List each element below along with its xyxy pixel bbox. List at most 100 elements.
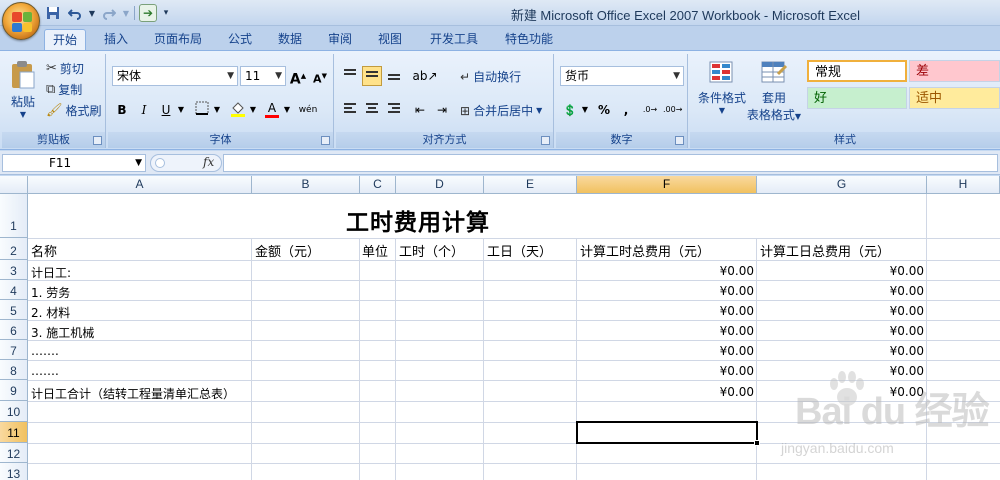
dialog-launcher-icon[interactable] bbox=[93, 136, 102, 145]
row-header-13[interactable]: 13 bbox=[0, 463, 28, 480]
tab-home[interactable]: 开始 bbox=[44, 29, 87, 50]
table-cell[interactable]: ¥0.00 bbox=[577, 264, 757, 278]
table-cell[interactable]: ¥0.00 bbox=[577, 344, 757, 358]
decrease-decimal-button[interactable]: .00→ bbox=[662, 100, 682, 120]
align-left-button[interactable] bbox=[340, 100, 360, 120]
formula-input[interactable] bbox=[223, 154, 998, 172]
style-good[interactable]: 好 bbox=[807, 87, 907, 109]
increase-indent-button[interactable]: ⇥ bbox=[432, 100, 452, 120]
save-icon[interactable] bbox=[44, 4, 62, 22]
table-cell[interactable]: ¥0.00 bbox=[757, 324, 927, 338]
chevron-down-icon[interactable]: ▼ bbox=[212, 100, 222, 120]
align-right-button[interactable] bbox=[384, 100, 404, 120]
row-header-11[interactable]: 11 bbox=[0, 422, 28, 443]
tab-review[interactable]: 审阅 bbox=[320, 29, 360, 50]
chevron-down-icon[interactable]: ▼ bbox=[673, 68, 680, 84]
row-header-3[interactable]: 3 bbox=[0, 260, 28, 280]
expand-handle-icon[interactable] bbox=[155, 158, 165, 168]
table-cell[interactable]: ¥0.00 bbox=[577, 364, 757, 378]
row-header-8[interactable]: 8 bbox=[0, 360, 28, 380]
header-unit[interactable]: 单位 bbox=[362, 241, 396, 260]
column-header-c[interactable]: C bbox=[360, 176, 396, 194]
table-cell[interactable]: ……. bbox=[31, 344, 251, 358]
row-header-4[interactable]: 4 bbox=[0, 280, 28, 300]
tab-formulas[interactable]: 公式 bbox=[220, 29, 260, 50]
style-bad[interactable]: 差 bbox=[909, 60, 1000, 82]
column-header-d[interactable]: D bbox=[396, 176, 484, 194]
chevron-down-icon[interactable]: ▼ bbox=[176, 100, 186, 120]
merged-title-cell[interactable]: 工时费用计算 bbox=[28, 194, 1000, 238]
table-cell[interactable]: ¥0.00 bbox=[577, 385, 757, 399]
comma-button[interactable]: , bbox=[616, 100, 636, 120]
column-header-f[interactable]: F bbox=[577, 176, 757, 194]
table-cell[interactable]: 3. 施工机械 bbox=[31, 324, 251, 341]
style-normal[interactable]: 常规 bbox=[807, 60, 907, 82]
align-center-button[interactable] bbox=[362, 100, 382, 120]
table-cell[interactable]: 2. 材料 bbox=[31, 304, 251, 321]
row-header-6[interactable]: 6 bbox=[0, 320, 28, 340]
header-day-cost[interactable]: 计算工日总费用（元） bbox=[760, 241, 926, 260]
chevron-down-icon[interactable]: ▼ bbox=[227, 68, 234, 84]
number-format-combo[interactable]: 货币 ▼ bbox=[560, 66, 684, 86]
row-header-1[interactable]: 1 bbox=[0, 194, 28, 238]
tab-insert[interactable]: 插入 bbox=[96, 29, 136, 50]
fill-color-button[interactable] bbox=[228, 100, 248, 120]
table-cell[interactable]: ¥0.00 bbox=[757, 284, 927, 298]
name-box[interactable]: F11 ▼ bbox=[2, 154, 146, 172]
font-color-button[interactable]: A bbox=[262, 100, 282, 120]
row-header-2[interactable]: 2 bbox=[0, 238, 28, 260]
align-middle-button[interactable] bbox=[362, 66, 382, 86]
conditional-formatting-button[interactable]: 条件格式 ▼ bbox=[694, 60, 750, 115]
align-top-button[interactable] bbox=[340, 66, 360, 86]
decrease-indent-button[interactable]: ⇤ bbox=[410, 100, 430, 120]
table-cell[interactable]: 计日工: bbox=[31, 264, 251, 281]
tab-data[interactable]: 数据 bbox=[270, 29, 310, 50]
grow-font-button[interactable]: A▲ bbox=[288, 66, 308, 88]
merge-center-button[interactable]: ⊞ 合并后居中 ▼ bbox=[460, 102, 542, 119]
fill-handle[interactable] bbox=[754, 440, 760, 446]
dialog-launcher-icon[interactable] bbox=[675, 136, 684, 145]
chevron-down-icon[interactable]: ▼ bbox=[580, 100, 590, 120]
column-header-g[interactable]: G bbox=[757, 176, 927, 194]
chevron-down-icon[interactable]: ▼ bbox=[122, 4, 130, 22]
tab-page-layout[interactable]: 页面布局 bbox=[146, 29, 210, 50]
cut-button[interactable]: ✂ 剪切 bbox=[46, 60, 84, 77]
undo-icon[interactable] bbox=[66, 4, 84, 22]
borders-button[interactable] bbox=[192, 100, 212, 120]
chevron-down-icon[interactable]: ▼ bbox=[248, 100, 258, 120]
customize-qat-icon[interactable]: ▾ bbox=[161, 4, 171, 22]
table-cell[interactable]: 1. 劳务 bbox=[31, 284, 251, 301]
table-cell[interactable]: ¥0.00 bbox=[577, 304, 757, 318]
accounting-format-button[interactable]: 💲 bbox=[560, 100, 580, 120]
chevron-down-icon[interactable]: ▼ bbox=[135, 155, 142, 171]
table-cell[interactable]: ……. bbox=[31, 364, 251, 378]
phonetic-button[interactable]: wén bbox=[296, 100, 320, 120]
row-header-7[interactable]: 7 bbox=[0, 340, 28, 360]
paste-button[interactable]: 粘贴 ▼ bbox=[6, 60, 40, 119]
row-header-5[interactable]: 5 bbox=[0, 300, 28, 320]
redo-icon[interactable] bbox=[100, 4, 118, 22]
row-header-10[interactable]: 10 bbox=[0, 401, 28, 422]
row-header-12[interactable]: 12 bbox=[0, 443, 28, 463]
table-cell[interactable]: 计日工合计（结转工程量清单汇总表） bbox=[31, 385, 256, 402]
table-cell[interactable]: ¥0.00 bbox=[757, 264, 927, 278]
table-cell[interactable]: ¥0.00 bbox=[757, 385, 927, 399]
wrap-text-button[interactable]: ↵ 自动换行 bbox=[460, 68, 521, 85]
column-header-a[interactable]: A bbox=[28, 176, 252, 194]
tab-developer[interactable]: 开发工具 bbox=[422, 29, 486, 50]
table-cell[interactable]: ¥0.00 bbox=[757, 344, 927, 358]
table-cell[interactable]: ¥0.00 bbox=[757, 364, 927, 378]
tab-special[interactable]: 特色功能 bbox=[497, 29, 561, 50]
font-name-combo[interactable]: 宋体 ▼ bbox=[112, 66, 238, 86]
dialog-launcher-icon[interactable] bbox=[541, 136, 550, 145]
chevron-down-icon[interactable]: ▼ bbox=[282, 100, 292, 120]
chevron-down-icon[interactable]: ▼ bbox=[275, 68, 282, 84]
copy-button[interactable]: ⧉ 复制 bbox=[46, 81, 82, 98]
row-header-9[interactable]: 9 bbox=[0, 380, 28, 401]
dialog-launcher-icon[interactable] bbox=[321, 136, 330, 145]
orientation-button[interactable]: ab↗ bbox=[410, 66, 440, 86]
shrink-font-button[interactable]: A▼ bbox=[310, 66, 330, 86]
office-button[interactable] bbox=[2, 2, 40, 40]
italic-button[interactable]: I bbox=[134, 100, 154, 120]
bold-button[interactable]: B bbox=[112, 100, 132, 120]
